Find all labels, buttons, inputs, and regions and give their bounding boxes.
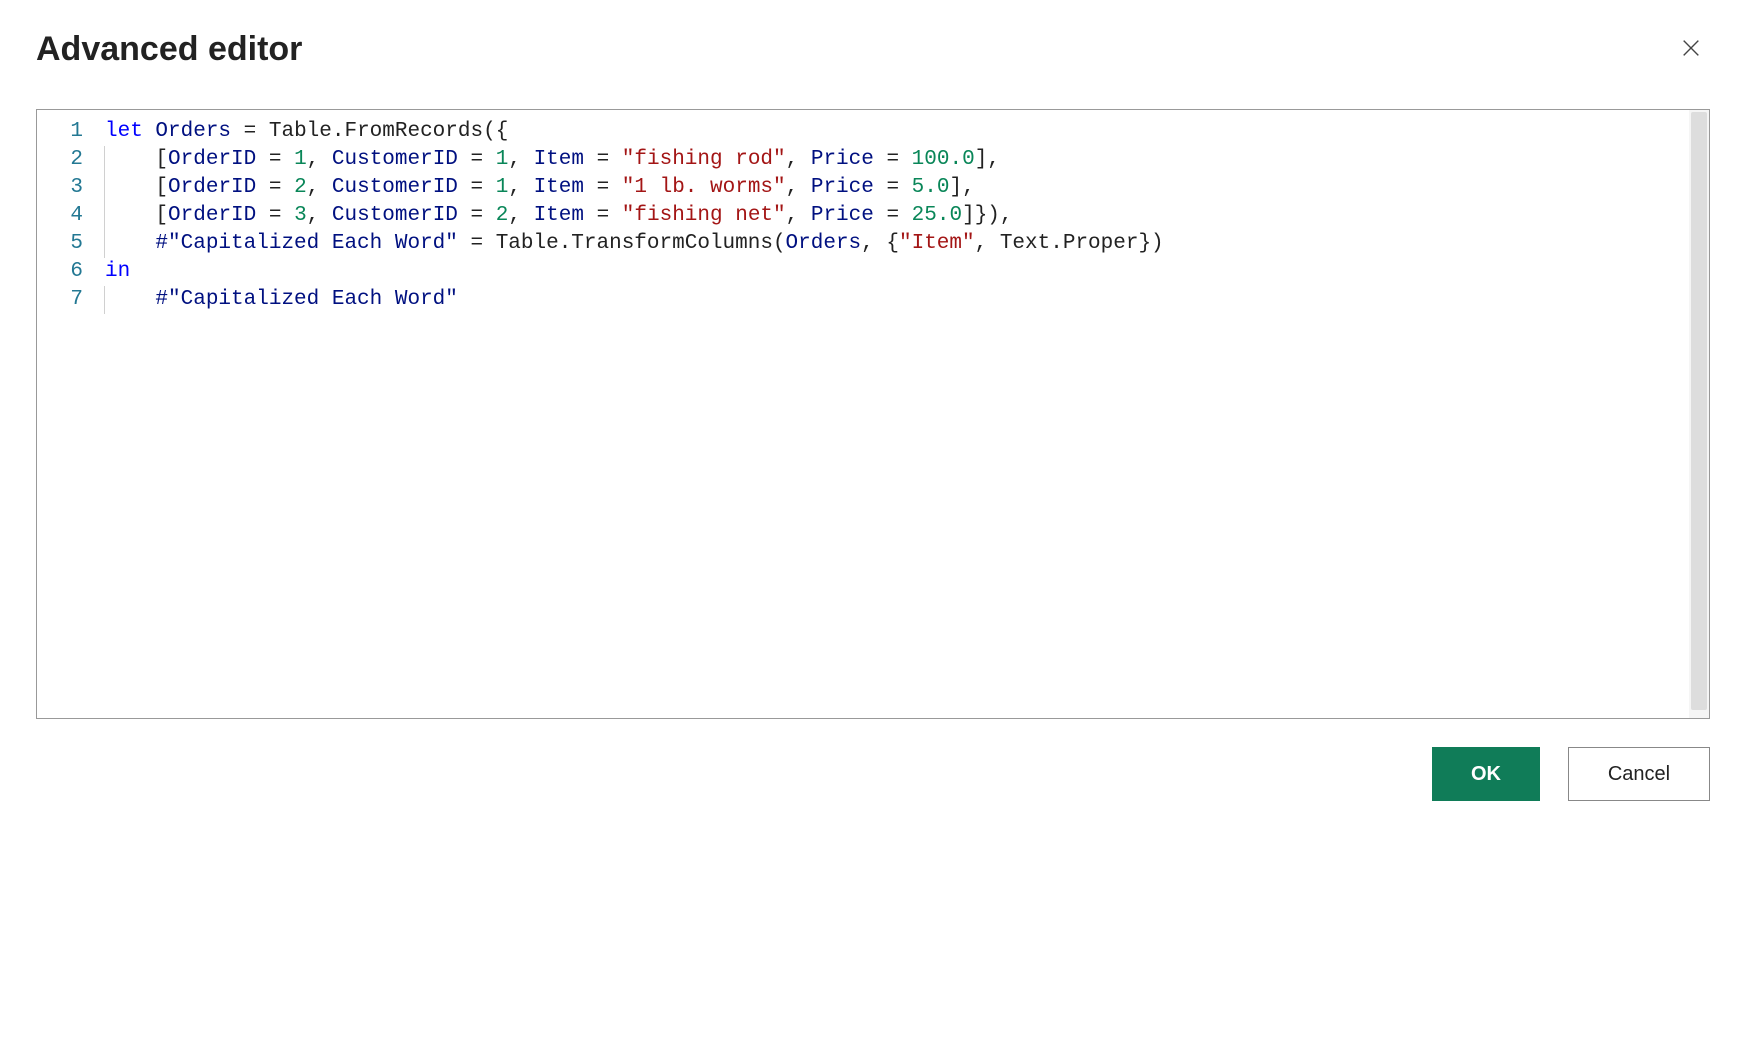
- token-ident: Price: [811, 148, 874, 171]
- line-number: 5: [41, 230, 83, 258]
- token-punc: =: [458, 148, 496, 171]
- token-ident: CustomerID: [332, 204, 458, 227]
- code-line[interactable]: in: [93, 258, 1709, 286]
- token-punc: =: [256, 176, 294, 199]
- token-num: 3: [294, 204, 307, 227]
- token-punc: (: [773, 232, 786, 255]
- token-punc: [: [155, 176, 168, 199]
- token-str: "Item": [899, 232, 975, 255]
- token-str: "fishing net": [622, 204, 786, 227]
- token-punc: ,: [307, 176, 332, 199]
- token-punc: ,: [508, 204, 533, 227]
- ok-button[interactable]: OK: [1432, 747, 1540, 801]
- token-num: 2: [496, 204, 509, 227]
- token-num: 25.0: [912, 204, 962, 227]
- line-number-gutter: 1234567: [37, 110, 93, 718]
- code-line[interactable]: #"Capitalized Each Word": [93, 286, 1709, 314]
- token-ident: OrderID: [168, 148, 256, 171]
- token-punc: =: [458, 204, 496, 227]
- token-str: "fishing rod": [622, 148, 786, 171]
- token-num: 1: [496, 176, 509, 199]
- token-punc: ,: [508, 176, 533, 199]
- token-ident: #"Capitalized Each Word": [155, 288, 457, 311]
- token-ident: CustomerID: [332, 148, 458, 171]
- token-punc: =: [458, 232, 496, 255]
- token-ident: #"Capitalized Each Word": [155, 232, 457, 255]
- token-punc: =: [584, 148, 622, 171]
- token-fn: Text.Proper: [1000, 232, 1139, 255]
- token-kw: let: [105, 120, 143, 143]
- token-ident: Price: [811, 204, 874, 227]
- token-str: "1 lb. worms": [622, 176, 786, 199]
- code-line[interactable]: [OrderID = 2, CustomerID = 1, Item = "1 …: [93, 174, 1709, 202]
- token-ident: Item: [534, 204, 584, 227]
- token-punc: }): [1138, 232, 1163, 255]
- token-punc: [: [155, 204, 168, 227]
- token-fn: Table.FromRecords: [269, 120, 483, 143]
- line-number: 6: [41, 258, 83, 286]
- line-number: 2: [41, 146, 83, 174]
- token-punc: ,: [307, 148, 332, 171]
- token-punc: ,: [307, 204, 332, 227]
- line-number: 7: [41, 286, 83, 314]
- code-line[interactable]: let Orders = Table.FromRecords({: [93, 118, 1709, 146]
- token-ident: OrderID: [168, 176, 256, 199]
- token-ident: CustomerID: [332, 176, 458, 199]
- token-punc: =: [256, 204, 294, 227]
- vertical-scrollbar[interactable]: [1689, 110, 1709, 718]
- token-punc: =: [874, 176, 912, 199]
- token-ident: Item: [534, 176, 584, 199]
- scrollbar-thumb[interactable]: [1691, 112, 1707, 710]
- token-ident: Price: [811, 176, 874, 199]
- dialog-footer: OK Cancel: [36, 747, 1710, 801]
- code-line[interactable]: [OrderID = 3, CustomerID = 2, Item = "fi…: [93, 202, 1709, 230]
- line-number: 3: [41, 174, 83, 202]
- token-fn: Table.TransformColumns: [496, 232, 773, 255]
- close-icon: [1680, 34, 1702, 65]
- token-punc: =: [584, 204, 622, 227]
- token-punc: [143, 120, 156, 143]
- code-editor[interactable]: 1234567 let Orders = Table.FromRecords({…: [36, 109, 1710, 719]
- token-punc: =: [874, 148, 912, 171]
- token-punc: =: [874, 204, 912, 227]
- line-number: 4: [41, 202, 83, 230]
- dialog-header: Advanced editor: [36, 30, 1710, 69]
- dialog-title: Advanced editor: [36, 30, 302, 69]
- token-ident: Orders: [786, 232, 862, 255]
- token-num: 5.0: [912, 176, 950, 199]
- token-punc: ],: [975, 148, 1000, 171]
- token-num: 100.0: [912, 148, 975, 171]
- token-punc: , {: [861, 232, 899, 255]
- token-punc: ,: [786, 176, 811, 199]
- token-num: 2: [294, 176, 307, 199]
- token-punc: ,: [786, 148, 811, 171]
- token-ident: Orders: [155, 120, 231, 143]
- code-line[interactable]: #"Capitalized Each Word" = Table.Transfo…: [93, 230, 1709, 258]
- token-punc: ]}),: [962, 204, 1012, 227]
- token-punc: ,: [975, 232, 1000, 255]
- token-punc: ,: [786, 204, 811, 227]
- token-punc: ,: [508, 148, 533, 171]
- cancel-button[interactable]: Cancel: [1568, 747, 1710, 801]
- token-punc: ({: [483, 120, 508, 143]
- token-num: 1: [496, 148, 509, 171]
- token-ident: Item: [534, 148, 584, 171]
- token-num: 1: [294, 148, 307, 171]
- line-number: 1: [41, 118, 83, 146]
- token-punc: [: [155, 148, 168, 171]
- token-punc: =: [231, 120, 269, 143]
- token-ident: OrderID: [168, 204, 256, 227]
- token-punc: =: [256, 148, 294, 171]
- token-kw: in: [105, 260, 130, 283]
- token-punc: =: [584, 176, 622, 199]
- code-line[interactable]: [OrderID = 1, CustomerID = 1, Item = "fi…: [93, 146, 1709, 174]
- close-button[interactable]: [1672, 32, 1710, 68]
- token-punc: =: [458, 176, 496, 199]
- token-punc: ],: [949, 176, 974, 199]
- code-area[interactable]: let Orders = Table.FromRecords({ [OrderI…: [93, 110, 1709, 718]
